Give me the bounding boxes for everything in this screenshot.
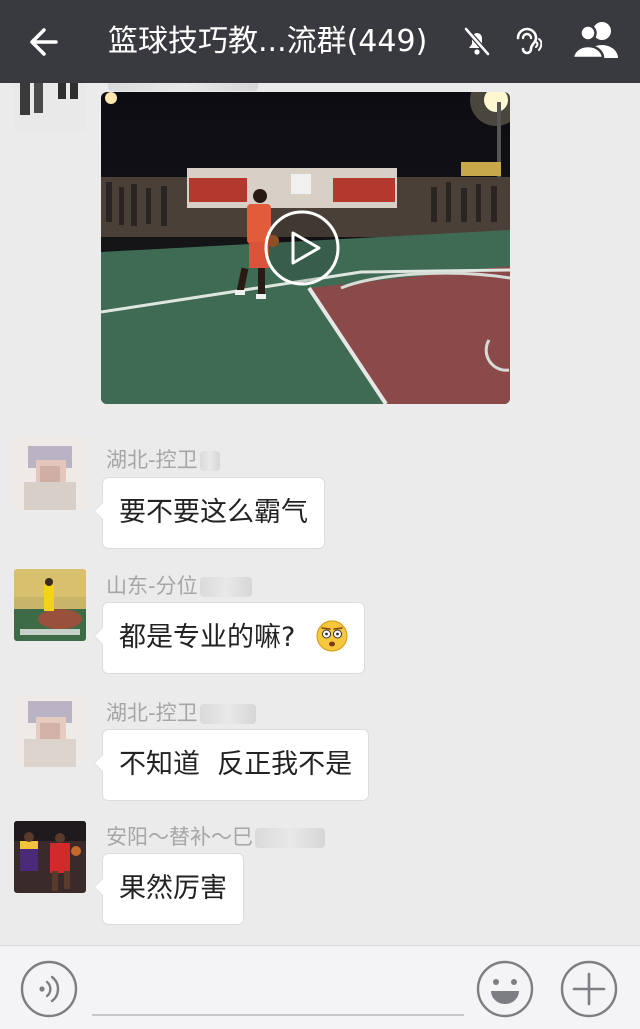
earpiece-icon[interactable]	[512, 26, 542, 58]
avatar-image	[14, 821, 86, 893]
message-bubble[interactable]: 果然厉害	[94, 853, 244, 925]
input-bar	[0, 945, 640, 1029]
avatar-image	[14, 438, 86, 510]
more-plus-icon[interactable]	[560, 960, 618, 1018]
avatar-image	[14, 695, 86, 767]
avatar[interactable]	[14, 569, 86, 641]
avatar[interactable]	[14, 821, 86, 893]
message-text: 不知道 反正我不是	[119, 749, 353, 780]
avatar[interactable]	[14, 695, 86, 767]
avatar-image	[14, 569, 86, 641]
mute-bell-icon	[464, 27, 490, 56]
chat-title: 篮球技巧教...流群(449)	[108, 24, 428, 59]
avatar[interactable]	[14, 83, 86, 131]
avatar-image	[14, 83, 86, 131]
sender-name: 湖北-控卫	[106, 447, 220, 473]
message-text: 要不要这么霸气	[119, 497, 308, 528]
back-arrow-icon[interactable]	[24, 24, 60, 60]
emoji-icon[interactable]	[476, 960, 534, 1018]
video-message[interactable]	[101, 92, 510, 404]
sender-name: 安阳～替补～巳	[106, 824, 325, 850]
message-input[interactable]	[92, 1014, 464, 1016]
sender-name: 山东-分位	[106, 573, 252, 599]
play-icon[interactable]	[263, 209, 341, 287]
message-text: 果然厉害	[119, 873, 227, 904]
message-bubble[interactable]: 要不要这么霸气	[94, 477, 325, 549]
avatar[interactable]	[14, 438, 86, 510]
chat-header: 篮球技巧教...流群(449)	[0, 0, 640, 83]
message-bubble[interactable]: 都是专业的嘛?	[94, 602, 365, 674]
sender-name: 湖北-控卫	[106, 700, 256, 726]
group-members-icon[interactable]	[570, 20, 624, 60]
message-text: 都是专业的嘛?	[119, 622, 296, 653]
voice-input-icon[interactable]	[20, 960, 78, 1018]
message-list[interactable]: 湖北-控卫 要不要这么霸气 山东-分位 都是专业的嘛? 湖北-控卫 不知道 反正…	[0, 83, 640, 945]
surprised-face-emoji	[316, 619, 348, 652]
message-bubble[interactable]: 不知道 反正我不是	[93, 729, 370, 801]
